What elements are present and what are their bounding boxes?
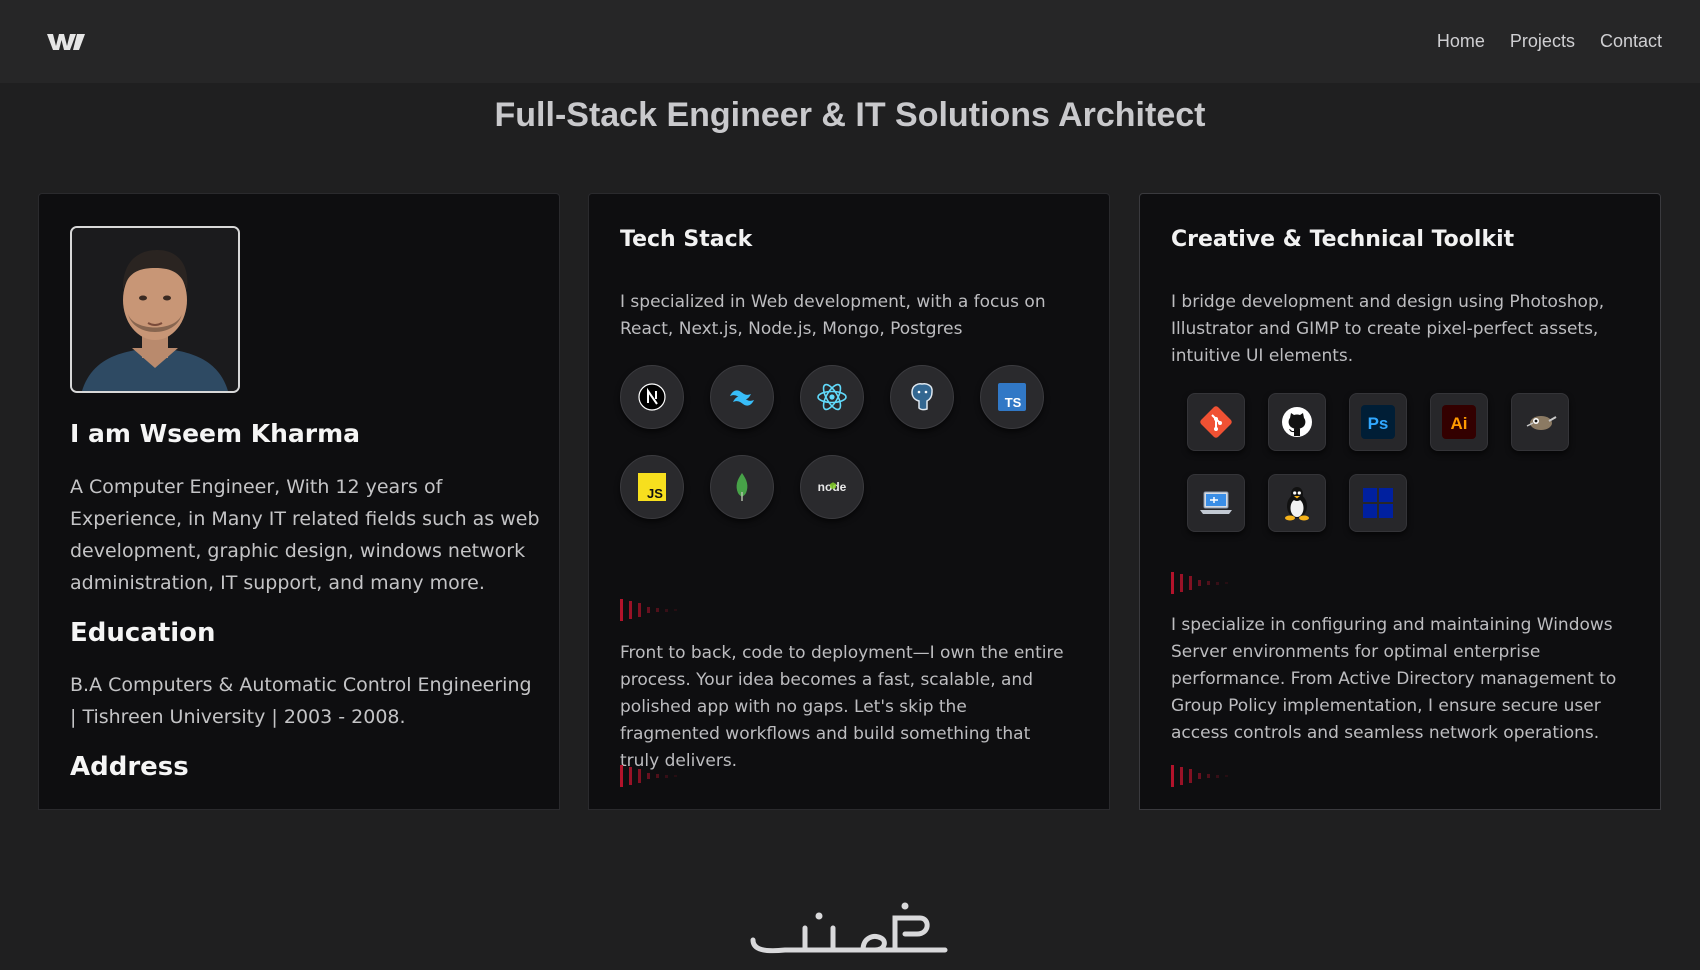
react-icon[interactable] — [800, 365, 864, 429]
navbar: Home Projects Contact — [0, 0, 1700, 83]
postgres-icon[interactable] — [890, 365, 954, 429]
photoshop-icon[interactable]: Ps — [1349, 393, 1407, 451]
windows-icon[interactable] — [1349, 474, 1407, 532]
avatar — [70, 226, 240, 393]
tech-stack-title: Tech Stack — [620, 227, 753, 252]
nav-home-link[interactable]: Home — [1437, 31, 1485, 52]
address-heading: Address — [70, 752, 189, 782]
git-icon[interactable] — [1187, 393, 1245, 451]
page-headline: Full-Stack Engineer & IT Solutions Archi… — [494, 96, 1206, 134]
github-icon[interactable] — [1268, 393, 1326, 451]
section-divider — [620, 599, 677, 621]
section-divider — [620, 765, 677, 787]
svg-text:Ai: Ai — [1451, 414, 1468, 433]
svg-text:JS: JS — [647, 486, 663, 501]
toolkit-card: Creative & Technical Toolkit I bridge de… — [1139, 193, 1661, 810]
education-heading: Education — [70, 618, 216, 648]
linux-icon[interactable] — [1268, 474, 1326, 532]
toolkit-icons: Ps Ai — [1187, 393, 1607, 532]
tech-icons: TS JS node — [620, 365, 1080, 519]
mongodb-icon[interactable] — [710, 455, 774, 519]
tech-stack-card: Tech Stack I specialized in Web developm… — [588, 193, 1110, 810]
education-text: B.A Computers & Automatic Control Engine… — [70, 674, 532, 728]
toolkit-title: Creative & Technical Toolkit — [1171, 227, 1515, 252]
nav-contact-link[interactable]: Contact — [1600, 31, 1662, 52]
profile-card: I am Wseem Kharma A Computer Engineer, W… — [38, 193, 560, 810]
section-divider — [1171, 765, 1228, 787]
toolkit-description: I bridge development and design using Ph… — [1171, 292, 1605, 366]
typescript-icon[interactable]: TS — [980, 365, 1044, 429]
nextjs-icon[interactable] — [620, 365, 684, 429]
tech-stack-body: Front to back, code to deployment—I own … — [620, 643, 1064, 771]
toolkit-body: I specialize in configuring and maintain… — [1171, 615, 1617, 743]
w-logo-icon — [47, 33, 85, 50]
watermark-logo — [745, 898, 955, 958]
nodejs-icon[interactable]: node — [800, 455, 864, 519]
laptop-icon[interactable] — [1187, 474, 1245, 532]
svg-text:Ps: Ps — [1368, 414, 1389, 433]
tailwind-icon[interactable] — [710, 365, 774, 429]
nav-projects-link[interactable]: Projects — [1510, 31, 1575, 52]
nav-links: Home Projects Contact — [1412, 31, 1662, 52]
gimp-icon[interactable] — [1511, 393, 1569, 451]
javascript-icon[interactable]: JS — [620, 455, 684, 519]
tech-stack-description: I specialized in Web development, with a… — [620, 292, 1046, 339]
illustrator-icon[interactable]: Ai — [1430, 393, 1488, 451]
profile-bio: A Computer Engineer, With 12 years of Ex… — [70, 476, 540, 594]
section-divider — [1171, 572, 1228, 594]
profile-name: I am Wseem Kharma — [70, 419, 361, 448]
site-logo[interactable] — [47, 32, 85, 52]
svg-text:TS: TS — [1005, 395, 1022, 410]
